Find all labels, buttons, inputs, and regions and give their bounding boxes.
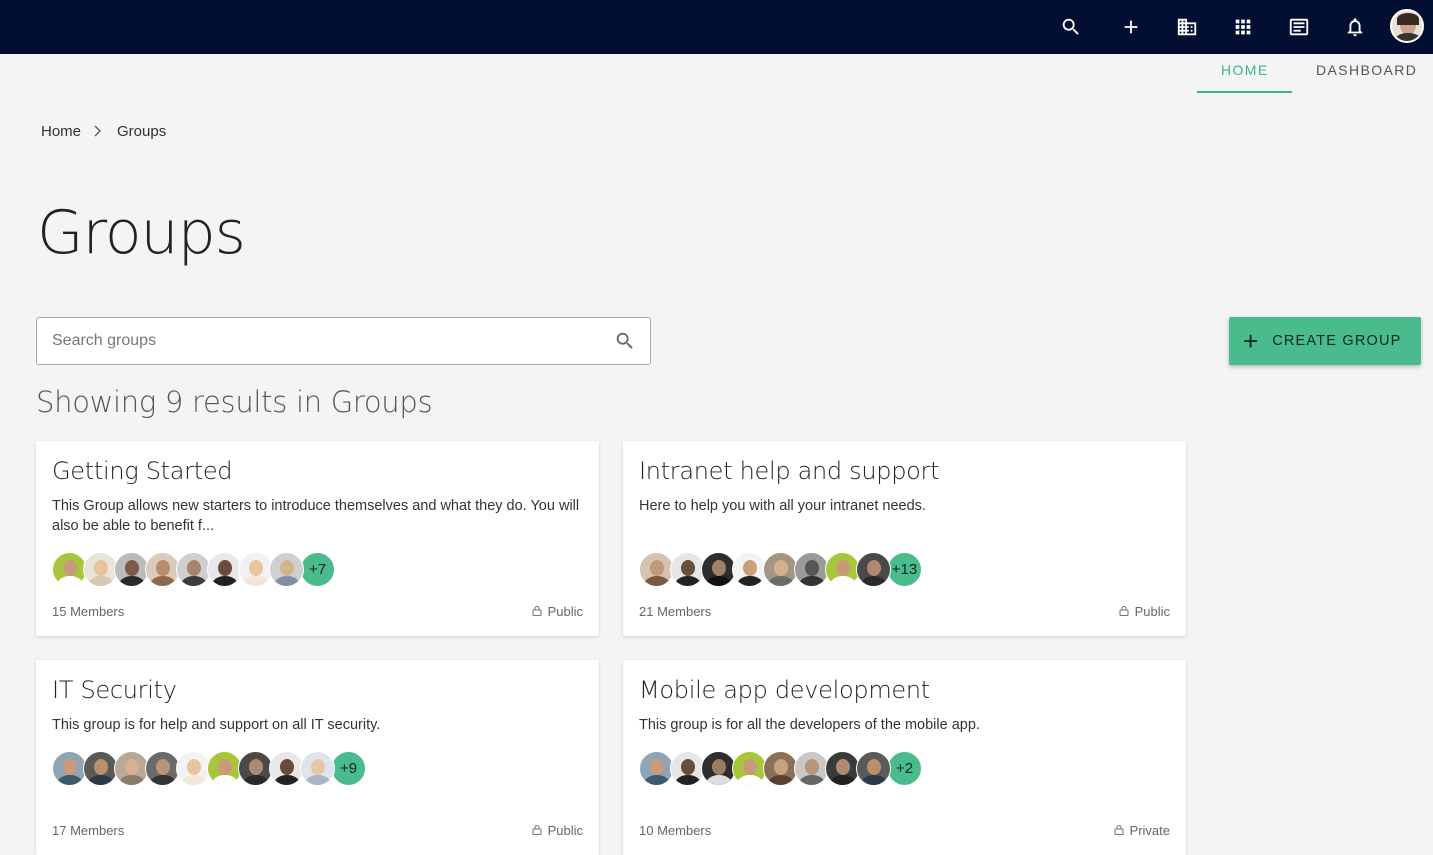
create-group-button[interactable]: + CREATE GROUP: [1229, 317, 1421, 365]
avatar[interactable]: [238, 751, 273, 786]
apps-grid-icon[interactable]: [1227, 11, 1259, 43]
member-avatars: +2: [639, 751, 922, 786]
breadcrumb-home-link[interactable]: Home: [41, 123, 81, 140]
lock-icon: [1113, 823, 1124, 838]
group-card[interactable]: Intranet help and support Here to help y…: [623, 441, 1186, 636]
search-icon[interactable]: [1055, 11, 1087, 43]
lock-icon: [1119, 604, 1129, 619]
search-input[interactable]: [37, 318, 597, 364]
group-description: This Group allows new starters to introd…: [52, 498, 580, 534]
privacy-status: Private: [1113, 823, 1170, 838]
group-description: This group is for help and support on al…: [52, 717, 381, 733]
results-count: Showing 9 results in Groups: [36, 385, 433, 419]
group-title[interactable]: Intranet help and support: [639, 457, 940, 485]
avatar[interactable]: [114, 751, 149, 786]
avatar[interactable]: [825, 552, 860, 587]
more-members-badge[interactable]: +13: [887, 552, 922, 587]
avatar[interactable]: [825, 751, 860, 786]
breadcrumb: Home Groups: [41, 123, 166, 140]
avatar[interactable]: [176, 552, 211, 587]
group-card[interactable]: IT Security This group is for help and s…: [36, 660, 599, 855]
bell-icon[interactable]: [1339, 11, 1371, 43]
search-groups-field: [36, 317, 651, 365]
privacy-label: Private: [1129, 823, 1170, 838]
avatar[interactable]: [207, 552, 242, 587]
avatar[interactable]: [701, 751, 736, 786]
avatar[interactable]: [763, 552, 798, 587]
avatar[interactable]: [670, 552, 705, 587]
avatar[interactable]: [52, 552, 87, 587]
avatar[interactable]: [732, 751, 767, 786]
tab-dashboard[interactable]: DASHBOARD: [1316, 61, 1417, 93]
avatar[interactable]: [52, 751, 87, 786]
search-icon[interactable]: [614, 330, 636, 352]
chevron-right-icon: [93, 124, 103, 140]
privacy-label: Public: [1134, 604, 1170, 619]
member-avatars: +7: [52, 552, 335, 587]
member-count: 17 Members: [52, 823, 125, 838]
lock-icon: [532, 823, 542, 838]
group-title[interactable]: Mobile app development: [639, 676, 930, 704]
more-members-badge[interactable]: +7: [300, 552, 335, 587]
top-navigation-bar: [0, 0, 1433, 54]
member-count: 21 Members: [639, 604, 712, 619]
avatar[interactable]: [83, 552, 118, 587]
breadcrumb-current: Groups: [117, 123, 167, 140]
more-members-badge[interactable]: +9: [331, 751, 366, 786]
user-avatar[interactable]: [1390, 9, 1424, 43]
avatar[interactable]: [732, 552, 767, 587]
create-group-label: CREATE GROUP: [1272, 333, 1402, 349]
member-count: 10 Members: [639, 823, 712, 838]
active-tab-indicator: [1197, 91, 1292, 93]
lock-icon: [532, 604, 542, 619]
avatar[interactable]: [238, 552, 273, 587]
privacy-label: Public: [547, 823, 583, 838]
privacy-status: Public: [532, 604, 583, 619]
avatar[interactable]: [145, 751, 180, 786]
privacy-label: Public: [547, 604, 583, 619]
tab-home[interactable]: HOME: [1221, 61, 1269, 93]
avatar[interactable]: [269, 552, 304, 587]
avatar[interactable]: [670, 751, 705, 786]
avatar[interactable]: [639, 552, 674, 587]
avatar[interactable]: [300, 751, 335, 786]
avatar[interactable]: [176, 751, 211, 786]
building-icon[interactable]: [1171, 11, 1203, 43]
member-count: 15 Members: [52, 604, 125, 619]
group-title[interactable]: IT Security: [52, 676, 177, 704]
avatar[interactable]: [145, 552, 180, 587]
plus-icon[interactable]: [1115, 11, 1147, 43]
avatar[interactable]: [794, 751, 829, 786]
avatar[interactable]: [269, 751, 304, 786]
avatar[interactable]: [701, 552, 736, 587]
page-title: Groups: [37, 198, 246, 268]
group-card[interactable]: Getting Started This Group allows new st…: [36, 441, 599, 636]
privacy-status: Public: [1119, 604, 1170, 619]
more-members-badge[interactable]: +2: [887, 751, 922, 786]
avatar[interactable]: [856, 552, 891, 587]
privacy-status: Public: [532, 823, 583, 838]
avatar[interactable]: [207, 751, 242, 786]
avatar[interactable]: [856, 751, 891, 786]
group-title[interactable]: Getting Started: [52, 457, 233, 485]
member-avatars: +13: [639, 552, 922, 587]
group-description: Here to help you with all your intranet …: [639, 498, 926, 514]
group-description: This group is for all the developers of …: [639, 717, 980, 733]
avatar[interactable]: [83, 751, 118, 786]
avatar[interactable]: [794, 552, 829, 587]
plus-icon: +: [1243, 326, 1259, 356]
avatar[interactable]: [114, 552, 149, 587]
member-avatars: +9: [52, 751, 366, 786]
news-icon[interactable]: [1283, 11, 1315, 43]
avatar[interactable]: [763, 751, 798, 786]
avatar[interactable]: [639, 751, 674, 786]
group-card[interactable]: Mobile app development This group is for…: [623, 660, 1186, 855]
